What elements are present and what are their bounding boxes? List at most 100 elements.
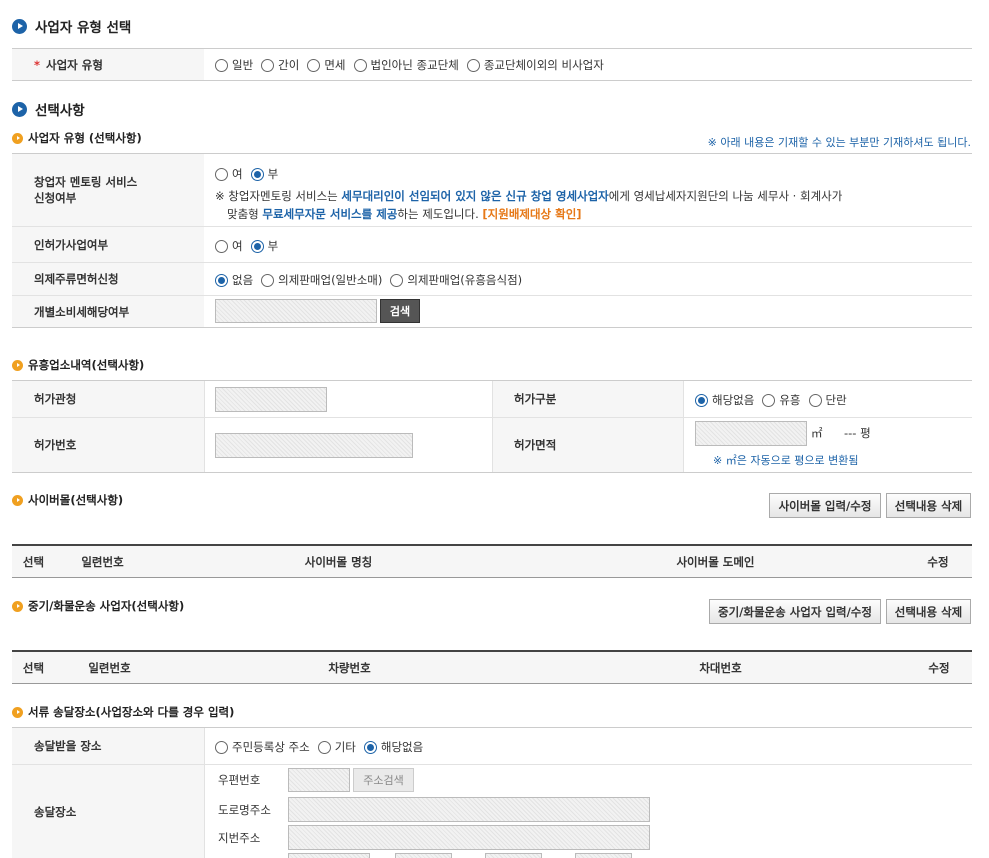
divider (204, 728, 205, 858)
excise-input[interactable] (215, 299, 377, 323)
optional-note: ※ 아래 내용은 기재할 수 있는 부분만 기재하셔도 됩니다. (707, 136, 971, 149)
mentor-label: 창업자 멘토링 서비스 신청여부 (12, 154, 204, 226)
exclusion-check-link[interactable]: [지원배제대상 확인] (482, 207, 581, 221)
radio-icon[interactable] (261, 273, 275, 287)
radio-icon[interactable] (250, 239, 264, 253)
detail-input-3[interactable] (485, 853, 542, 858)
radio-mentor-no[interactable]: 부 (250, 166, 278, 182)
radio-delivery-resident[interactable]: 주민등록상 주소 (215, 739, 310, 755)
detail-input-1[interactable] (288, 853, 370, 858)
divider (12, 327, 972, 328)
radio-icon[interactable] (307, 58, 321, 72)
radio-permit-none[interactable]: 해당없음 (695, 392, 754, 408)
arrow-circle-icon (12, 101, 27, 117)
label-text: 창업자 멘토링 서비스 (34, 175, 138, 189)
arrow-circle-icon (12, 18, 27, 34)
radio-icon[interactable] (808, 393, 822, 407)
radio-label: 간이 (278, 58, 300, 72)
freight-edit-button[interactable]: 중기/화물운송 사업자 입력/수정 (709, 599, 881, 624)
radio-mentor-yes[interactable]: 여 (215, 166, 243, 182)
section-options-title: 선택사항 (12, 99, 85, 119)
radio-icon[interactable] (466, 58, 480, 72)
divider (12, 80, 972, 81)
radio-license-no[interactable]: 부 (250, 238, 278, 254)
arrow-dot-icon (12, 494, 23, 506)
cyber-mall-delete-button[interactable]: 선택내용 삭제 (886, 493, 971, 518)
label-text: 사업자 유형 (46, 57, 103, 72)
radio-icon[interactable] (762, 393, 776, 407)
desc-text: ※ 창업자멘토링 서비스는 (215, 189, 342, 203)
delivery-title: 서류 송달장소(사업장소와 다를 경우 입력) (12, 704, 234, 720)
th-serial: 일련번호 (81, 554, 124, 569)
permit-area-label: 허가면적 (492, 418, 683, 472)
th-chassis-number: 차대번호 (699, 660, 742, 675)
radio-label: 의제판매업(유흥음식점) (407, 273, 523, 287)
desc-highlight: 세무대리인이 선임되어 있지 않은 신규 창업 영세사업자 (341, 189, 609, 203)
permit-office-input[interactable] (215, 387, 327, 412)
radio-label: 의제판매업(일반소매) (278, 273, 383, 287)
road-address-input[interactable] (288, 797, 650, 822)
cyber-mall-edit-button[interactable]: 사이버몰 입력/수정 (769, 493, 881, 518)
detail-input-4[interactable] (575, 853, 632, 858)
road-address-label: 도로명주소 (218, 803, 271, 817)
subsection-title-text: 서류 송달장소(사업장소와 다를 경우 입력) (28, 705, 235, 719)
th-select: 선택 (22, 554, 45, 569)
excise-search-button[interactable]: 검색 (380, 299, 420, 323)
th-mall-name: 사이버몰 명칭 (304, 554, 373, 569)
radio-icon[interactable] (317, 740, 331, 754)
detail-input-2[interactable] (395, 853, 452, 858)
radio-license-yes[interactable]: 여 (215, 238, 243, 254)
radio-religious[interactable]: 법인아닌 종교단체 (353, 57, 459, 73)
radio-icon[interactable] (215, 239, 228, 253)
th-serial: 일련번호 (88, 660, 131, 675)
radio-exempt[interactable]: 면세 (307, 57, 346, 73)
liquor-label: 의제주류면허신청 (12, 263, 204, 295)
permit-number-input[interactable] (215, 433, 413, 458)
radio-permit-danran[interactable]: 단란 (808, 392, 847, 408)
liquor-radio-group: 없음 의제판매업(일반소매) 의제판매업(유흥음식점) (215, 272, 530, 288)
radio-icon[interactable] (215, 58, 228, 72)
lot-address-input[interactable] (288, 825, 650, 850)
radio-icon[interactable] (363, 740, 377, 754)
arrow-dot-icon (12, 600, 23, 612)
radio-icon[interactable] (215, 740, 228, 754)
freight-table-header: 선택 일련번호 차량번호 차대번호 수정 (12, 652, 972, 683)
desc-text: 에게 영세납세자지원단의 나눔 세무사 · 회계사가 (608, 189, 843, 203)
arrow-dot-icon (12, 359, 23, 371)
radio-icon[interactable] (215, 273, 228, 287)
divider (204, 381, 205, 472)
table-bottom-border (12, 577, 972, 578)
zip-input[interactable] (288, 768, 350, 792)
freight-delete-button[interactable]: 선택내용 삭제 (886, 599, 971, 624)
radio-label: 없음 (232, 273, 254, 287)
radio-delivery-none[interactable]: 해당없음 (363, 739, 423, 755)
delivery-address-label: 송달장소 (12, 765, 204, 858)
delivery-place-radio-group: 주민등록상 주소 기타 해당없음 (215, 739, 431, 755)
subsection-title-text: 중기/화물운송 사업자(선택사항) (28, 599, 185, 613)
radio-permit-entertainment[interactable]: 유흥 (762, 392, 801, 408)
radio-icon[interactable] (390, 273, 404, 287)
license-label: 인허가사업여부 (12, 227, 204, 262)
permit-area-input[interactable] (695, 421, 807, 446)
radio-liquor-entertainment[interactable]: 의제판매업(유흥음식점) (390, 272, 522, 288)
th-edit: 수정 (927, 554, 949, 569)
radio-delivery-other[interactable]: 기타 (317, 739, 356, 755)
radio-icon[interactable] (261, 58, 275, 72)
arrow-dot-icon (12, 132, 23, 144)
subsection-title-text: 사이버몰(선택사항) (28, 493, 124, 507)
address-search-button[interactable]: 주소검색 (353, 768, 414, 792)
radio-icon[interactable] (250, 167, 264, 181)
th-edit: 수정 (928, 660, 950, 675)
radio-non-business[interactable]: 종교단체이외의 비사업자 (466, 57, 604, 73)
radio-label: 여 (232, 239, 243, 253)
radio-icon[interactable] (353, 58, 367, 72)
radio-label: 유흥 (779, 393, 801, 407)
desc-text: 맞춤형 (227, 207, 263, 221)
radio-icon[interactable] (695, 393, 708, 407)
radio-label: 종교단체이외의 비사업자 (483, 58, 604, 72)
radio-liquor-none[interactable]: 없음 (215, 272, 253, 288)
radio-liquor-retail[interactable]: 의제판매업(일반소매) (261, 272, 382, 288)
radio-simplified[interactable]: 간이 (261, 57, 299, 73)
radio-icon[interactable] (215, 167, 228, 181)
radio-general[interactable]: 일반 (215, 57, 253, 73)
